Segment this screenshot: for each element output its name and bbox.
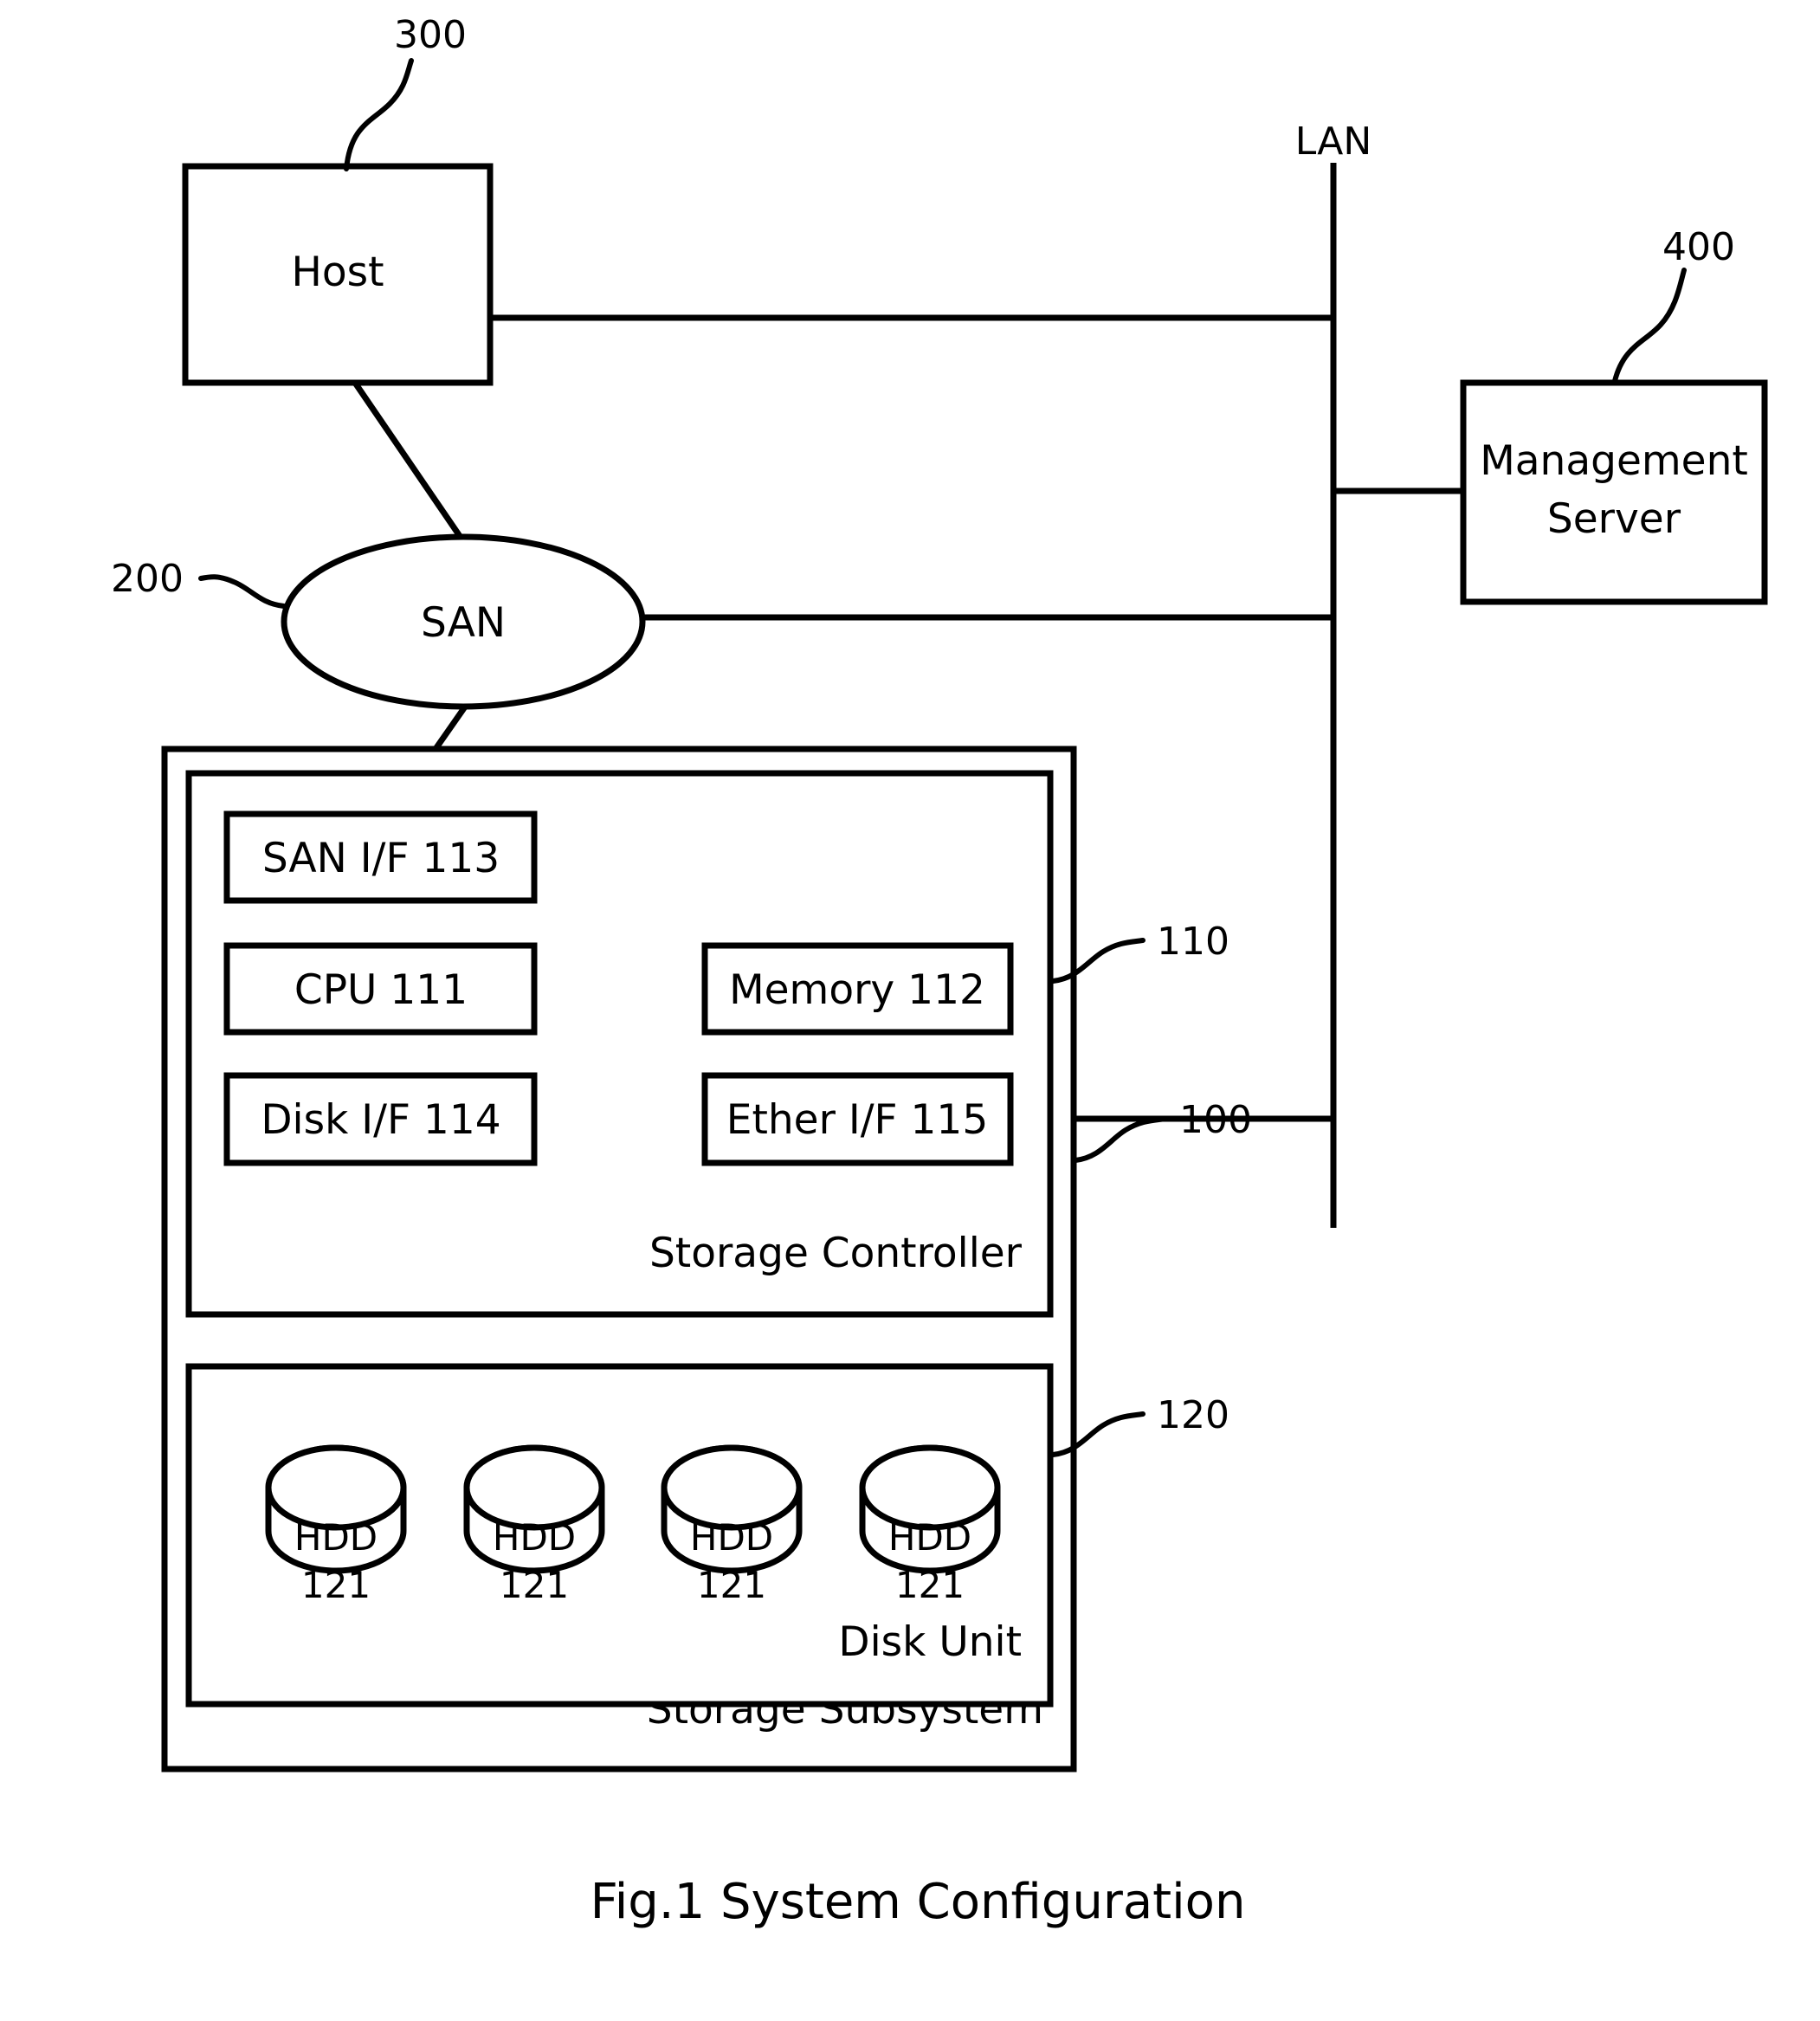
cpu-label: CPU 111 xyxy=(294,966,468,1014)
lan-label: LAN xyxy=(1295,119,1372,164)
host-node[interactable]: Host xyxy=(182,163,494,386)
host-label: Host xyxy=(291,249,384,296)
management-server-ref-number: 400 xyxy=(1662,225,1735,269)
block-cpu[interactable]: CPU 111 xyxy=(223,942,538,1036)
block-disk-if[interactable]: Disk I/F 114 xyxy=(223,1072,538,1166)
disk-unit-ref-callout: 120 xyxy=(1050,1393,1229,1457)
line-host-to-san xyxy=(352,381,466,543)
hdd-3-label-line1: HDD xyxy=(690,1516,773,1559)
disk-unit-ref-number: 120 xyxy=(1157,1393,1229,1437)
host-ref-callout: 300 xyxy=(344,13,467,171)
san-label: SAN xyxy=(421,599,506,647)
disk-if-label: Disk I/F 114 xyxy=(261,1096,500,1144)
management-server-label-line2: Server xyxy=(1547,495,1681,543)
san-if-label: SAN I/F 113 xyxy=(262,835,500,882)
hdd-2-label-line1: HDD xyxy=(493,1516,576,1559)
block-memory[interactable]: Memory 112 xyxy=(701,942,1014,1036)
storage-controller-ref-number: 110 xyxy=(1157,920,1229,964)
management-server-label-line1: Management xyxy=(1480,437,1748,485)
hdd-2-label-line2: 121 xyxy=(500,1564,569,1606)
block-san-if[interactable]: SAN I/F 113 xyxy=(223,810,538,904)
san-leader-line xyxy=(198,574,287,609)
figure-canvas: Host 300 SAN 200 LAN Management Server 4… xyxy=(0,0,1820,2021)
management-server-leader-line xyxy=(1612,268,1687,384)
hdd-1-label-line2: 121 xyxy=(301,1564,371,1606)
host-leader-line xyxy=(344,58,414,171)
storage-subsystem-ref-number: 100 xyxy=(1179,1098,1252,1142)
hdd-1-label-line1: HDD xyxy=(294,1516,378,1559)
storage-subsystem-leader-line xyxy=(1073,1116,1168,1163)
management-server-box[interactable] xyxy=(1460,379,1768,605)
san-ref-callout: 200 xyxy=(111,557,287,609)
management-server-node[interactable]: Management Server xyxy=(1460,379,1768,605)
storage-controller-label: Storage Controller xyxy=(649,1230,1023,1277)
block-ether-if[interactable]: Ether I/F 115 xyxy=(701,1072,1014,1166)
hdd-4-label-line1: HDD xyxy=(888,1516,971,1559)
management-server-ref-callout: 400 xyxy=(1612,225,1735,384)
hdd-3-label-line2: 121 xyxy=(697,1564,766,1606)
storage-subsystem-ref-callout: 100 xyxy=(1073,1098,1252,1163)
host-ref-number: 300 xyxy=(394,13,467,57)
san-node[interactable]: SAN xyxy=(281,533,646,710)
memory-label: Memory 112 xyxy=(729,966,985,1014)
figure-caption: Fig.1 System Configuration xyxy=(591,1874,1246,1930)
system-configuration-diagram: Host 300 SAN 200 LAN Management Server 4… xyxy=(111,13,1768,1930)
hdd-4-label-line2: 121 xyxy=(895,1564,965,1606)
san-ref-number: 200 xyxy=(111,557,184,601)
disk-unit-label: Disk Unit xyxy=(838,1618,1022,1666)
storage-controller-ref-callout: 110 xyxy=(1050,920,1229,984)
ether-if-label: Ether I/F 115 xyxy=(726,1096,988,1144)
